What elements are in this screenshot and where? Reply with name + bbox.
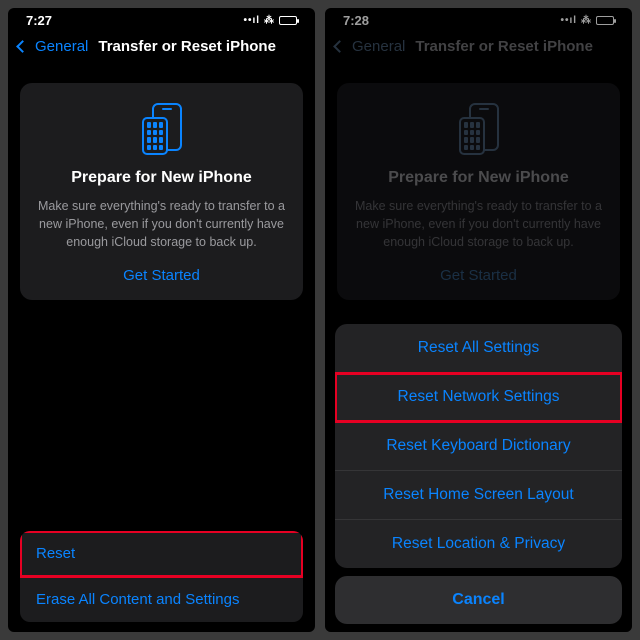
nav-back-button: General (352, 38, 405, 55)
cancel-label: Cancel (452, 591, 504, 608)
get-started-button[interactable]: Get Started (34, 267, 289, 284)
nav-bar: General Transfer or Reset iPhone (325, 32, 632, 65)
options-list: Reset Erase All Content and Settings (20, 531, 303, 622)
status-bar: 7:28 ••ıl ⁂ (325, 8, 632, 32)
signal-icon: ••ıl (560, 15, 577, 26)
option-label: Reset Keyboard Dictionary (386, 437, 570, 454)
reset-network-settings-button[interactable]: Reset Network Settings (335, 373, 622, 422)
status-time: 7:28 (343, 13, 369, 28)
prepare-card: Prepare for New iPhone Make sure everyth… (337, 83, 620, 300)
status-indicators: ••ıl ⁂ (560, 15, 614, 26)
reset-home-screen-layout-button[interactable]: Reset Home Screen Layout (335, 471, 622, 520)
nav-back-button[interactable]: General (35, 38, 88, 55)
reset-keyboard-dictionary-button[interactable]: Reset Keyboard Dictionary (335, 422, 622, 471)
status-indicators: ••ıl ⁂ (243, 15, 297, 26)
battery-icon (279, 16, 297, 25)
action-sheet: Reset All Settings Reset Network Setting… (335, 324, 622, 624)
option-label: Reset Network Settings (398, 388, 560, 405)
chevron-left-icon[interactable] (16, 40, 29, 53)
wifi-icon: ⁂ (264, 15, 275, 26)
cancel-button[interactable]: Cancel (335, 576, 622, 624)
card-title: Prepare for New iPhone (34, 169, 289, 187)
get-started-button: Get Started (351, 267, 606, 284)
prepare-card: Prepare for New iPhone Make sure everyth… (20, 83, 303, 300)
nav-bar: General Transfer or Reset iPhone (8, 32, 315, 65)
card-body: Make sure everything's ready to transfer… (34, 197, 289, 251)
erase-label: Erase All Content and Settings (36, 591, 239, 608)
reset-row[interactable]: Reset (20, 531, 303, 577)
wifi-icon: ⁂ (581, 15, 592, 26)
signal-icon: ••ıl (243, 15, 260, 26)
card-title: Prepare for New iPhone (351, 169, 606, 187)
page-title: Transfer or Reset iPhone (415, 38, 593, 55)
status-time: 7:27 (26, 13, 52, 28)
phone-left: 7:27 ••ıl ⁂ General Transfer or Reset iP… (8, 8, 315, 632)
card-body: Make sure everything's ready to transfer… (351, 197, 606, 251)
iphones-icon (351, 103, 606, 155)
reset-all-settings-button[interactable]: Reset All Settings (335, 324, 622, 373)
iphones-icon (34, 103, 289, 155)
reset-location-privacy-button[interactable]: Reset Location & Privacy (335, 520, 622, 568)
option-label: Reset Home Screen Layout (383, 486, 573, 503)
reset-label: Reset (36, 545, 75, 562)
action-sheet-options: Reset All Settings Reset Network Setting… (335, 324, 622, 568)
option-label: Reset All Settings (418, 339, 539, 356)
chevron-left-icon (333, 40, 346, 53)
page-title: Transfer or Reset iPhone (98, 38, 276, 55)
option-label: Reset Location & Privacy (392, 535, 565, 552)
erase-row[interactable]: Erase All Content and Settings (20, 577, 303, 622)
battery-icon (596, 16, 614, 25)
phone-right: 7:28 ••ıl ⁂ General Transfer or Reset iP… (325, 8, 632, 632)
status-bar: 7:27 ••ıl ⁂ (8, 8, 315, 32)
